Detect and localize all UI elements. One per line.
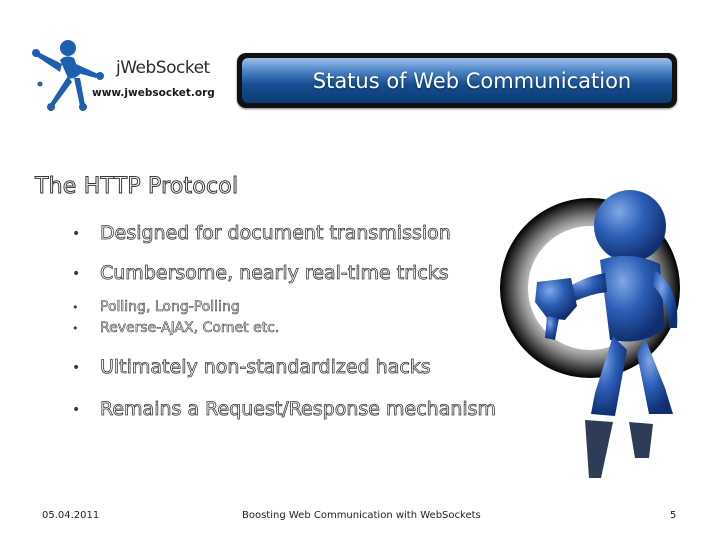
slide-title-inner: Status of Web Communication [242,58,672,103]
bullet-item: Cumbersome, nearly real-time tricks [100,262,449,285]
bullet-item: Reverse-AJAX, Comet etc. [100,320,280,337]
bullet-marker: • [72,301,79,314]
page-number: 5 [670,510,677,521]
bullet-item: Designed for document transmission [100,222,452,245]
brand-url: www.jwebsocket.org [92,87,215,99]
bullet-marker: • [72,266,81,282]
bullet-item: Ultimately non-standardized hacks [100,356,431,379]
footer-date: 05.04.2011 [42,510,100,521]
thumbs-down-figure-icon [500,190,680,478]
brand-name: jWebSocket [116,58,210,78]
bullet-marker: • [72,402,81,418]
bullet-marker: • [72,322,79,335]
bullet-marker: • [72,360,81,376]
jwebsocket-logo: jWebSocket www.jwebsocket.org [30,34,215,114]
slide-title-bar: Status of Web Communication [237,53,677,108]
jwebsocket-figure-icon [32,40,104,111]
thumbs-down-figure [495,178,710,503]
footer-title: Boosting Web Communication with WebSocke… [242,510,481,521]
bullet-item: Polling, Long-Polling [100,299,240,316]
section-heading: The HTTP Protocol [34,174,239,200]
bullet-item: Remains a Request/Response mechanism [100,398,497,421]
bullet-marker: • [72,226,81,242]
slide-title: Status of Web Communication [312,68,632,93]
